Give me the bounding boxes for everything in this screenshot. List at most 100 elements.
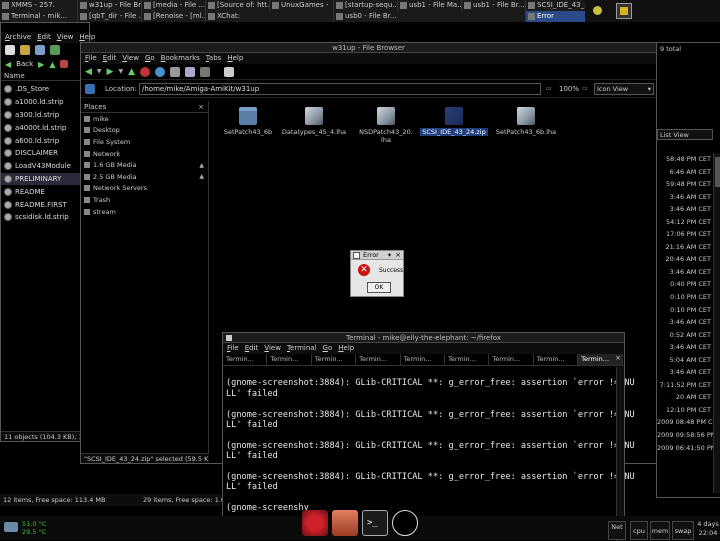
terminal-tab[interactable]: Termin...	[312, 354, 357, 365]
file-row[interactable]: .DS_Store	[1, 83, 89, 96]
back-button[interactable]: Back	[16, 60, 33, 68]
modified-cell[interactable]: 54:12 PM CET	[657, 216, 714, 229]
cpu-monitor[interactable]: cpu	[630, 521, 648, 540]
file-row[interactable]: scsidisk.ld.strip	[1, 211, 89, 224]
terminal-icon[interactable]	[226, 335, 232, 341]
terminal-titlebar[interactable]: Terminal - mike@elly-the-elephant: ~/fir…	[223, 333, 624, 343]
menu-help[interactable]: Help	[338, 343, 354, 354]
eject-icon[interactable]: ▲	[199, 162, 204, 169]
menu-tabs[interactable]: Tabs	[206, 53, 222, 64]
places-item[interactable]: 2.5 GB Media ▲	[81, 171, 208, 183]
taskbar-item[interactable]: UnuxGames -	[270, 0, 334, 11]
close-tab-icon[interactable]: ×	[615, 354, 621, 362]
modified-cell[interactable]: 20 AM CET	[657, 391, 714, 404]
taskbar-item[interactable]: [Source of: htt...	[206, 0, 270, 11]
modified-cell[interactable]: 3:46 AM CET	[657, 191, 714, 204]
taskbar-item[interactable]: usb1 - File Br...	[462, 0, 526, 11]
close-icon[interactable]: ×	[395, 251, 401, 260]
file-row[interactable]: a4000t.ld.strip	[1, 121, 89, 134]
view-mode-select[interactable]: Icon View ▾	[594, 83, 654, 95]
net-monitor[interactable]: Net	[608, 521, 626, 540]
new-tab-icon[interactable]	[224, 66, 235, 77]
taskbar-item[interactable]: XChat:	[206, 11, 334, 22]
home-icon[interactable]	[170, 66, 181, 77]
reload-icon[interactable]	[155, 66, 166, 77]
menu-edit[interactable]: Edit	[245, 343, 259, 354]
folder-item[interactable]: SetPatch43_6b	[212, 107, 284, 136]
file-item[interactable]: NSDPatch43_20. lha	[350, 107, 422, 144]
zoom-out-icon[interactable]: ▭	[546, 85, 552, 92]
modified-cell[interactable]: 2009 09:58:56 PM CET	[657, 429, 720, 442]
places-item[interactable]: File System	[81, 136, 208, 148]
modified-cell[interactable]: 58:48 PM CET	[657, 153, 714, 166]
taskbar-item[interactable]: [Renoise - [ml...	[142, 11, 206, 22]
modified-cell[interactable]: 0:40 PM CET	[657, 278, 714, 291]
search-icon[interactable]	[200, 66, 211, 77]
taskbar-item-active[interactable]: Error	[526, 11, 586, 22]
vertical-scrollbar[interactable]	[713, 153, 720, 493]
modified-cell[interactable]: 0:52 AM CET	[657, 329, 714, 342]
taskbar-item[interactable]: SCSI_IDE_43_...	[526, 0, 586, 11]
location-input[interactable]: /home/mike/Amiga-AmiKit/w31up	[139, 83, 541, 95]
modified-cell[interactable]: 0:10 PM CET	[657, 304, 714, 317]
modified-cell[interactable]: 21:16 AM CET	[657, 241, 714, 254]
modified-cell[interactable]: 3:46 AM CET	[657, 203, 714, 216]
file-item[interactable]: SetPatch43_6b.lha	[490, 107, 562, 136]
view-mode-select[interactable]: List View	[657, 129, 713, 140]
places-item[interactable]: Network	[81, 148, 208, 160]
modified-cell[interactable]: 12:10 PM CET	[657, 404, 714, 417]
new-archive-icon[interactable]	[5, 45, 15, 55]
modified-cell[interactable]: 6:46 AM CET	[657, 166, 714, 179]
file-row[interactable]: a1000.ld.strip	[1, 96, 89, 109]
taskbar-item[interactable]: [media - File ...	[142, 0, 206, 11]
add-files-icon[interactable]	[50, 45, 60, 55]
terminal-launcher-icon[interactable]: >_	[362, 510, 388, 536]
ok-button[interactable]: OK	[367, 282, 391, 293]
chevron-down-icon[interactable]: ▼	[97, 68, 102, 75]
chevron-down-icon[interactable]: ▼	[118, 68, 123, 75]
modified-cell[interactable]: 20:46 AM CET	[657, 253, 714, 266]
places-item[interactable]: Desktop	[81, 125, 208, 137]
file-row[interactable]: README	[1, 185, 89, 198]
modified-cell[interactable]: 2009 08:48 PM CET	[657, 416, 720, 429]
menu-help[interactable]: Help	[227, 53, 243, 64]
file-row[interactable]: a600.ld.strip	[1, 134, 89, 147]
forward-arrow-icon[interactable]: ▶	[38, 60, 44, 69]
taskbar-item[interactable]: XMMS - 257.	[0, 0, 78, 11]
app-launcher-icon[interactable]	[302, 510, 328, 536]
archive-launcher-icon[interactable]	[332, 510, 358, 536]
menu-go[interactable]: Go	[323, 343, 333, 354]
menu-view[interactable]: View	[122, 53, 139, 64]
eject-icon[interactable]: ▲	[199, 173, 204, 180]
menu-edit[interactable]: Edit	[37, 32, 51, 43]
file-item[interactable]: SCSI_IDE_43_24.zip	[418, 107, 490, 136]
taskbar-item[interactable]: [startup-sequ...	[334, 0, 398, 11]
taskbar-item[interactable]: w31up - File Br...	[78, 0, 142, 11]
zoom-in-icon[interactable]: ▭	[582, 85, 588, 92]
places-item[interactable]: mike	[81, 113, 208, 125]
places-item[interactable]: Network Servers	[81, 183, 208, 195]
file-browser-titlebar[interactable]: w31up - File Browser	[81, 43, 656, 53]
modified-cell[interactable]: 17:06 PM CET	[657, 228, 714, 241]
terminal-tab[interactable]: Termin...	[267, 354, 312, 365]
file-item[interactable]: Datatypes_45_4.lha	[278, 107, 350, 136]
taskbar-item[interactable]: usb1 - File Ma...	[398, 0, 462, 11]
column-header-name[interactable]: Name	[1, 71, 89, 81]
close-icon[interactable]: ×	[198, 101, 204, 112]
home-icon[interactable]	[60, 60, 69, 68]
forward-arrow-icon[interactable]: ▶	[107, 67, 114, 77]
menu-edit[interactable]: Edit	[103, 53, 117, 64]
up-arrow-icon[interactable]: ▲	[49, 60, 55, 69]
open-archive-icon[interactable]	[20, 45, 30, 55]
terminal-tab[interactable]: Termin...	[534, 354, 579, 365]
modified-cell[interactable]: 2009 06:41:50 PM CET	[657, 442, 720, 455]
extract-icon[interactable]	[35, 45, 45, 55]
terminal-tab[interactable]: Termin...	[401, 354, 445, 365]
terminal-tab[interactable]: Termin...	[445, 354, 490, 365]
weather-icon[interactable]	[593, 6, 602, 15]
back-arrow-icon[interactable]: ◀	[85, 67, 92, 77]
mem-monitor[interactable]: mem	[650, 521, 670, 540]
terminal-tab[interactable]: Termin...	[223, 354, 268, 365]
clock-launcher-icon[interactable]	[392, 510, 418, 536]
file-row[interactable]: PRELIMINARY	[1, 172, 89, 186]
